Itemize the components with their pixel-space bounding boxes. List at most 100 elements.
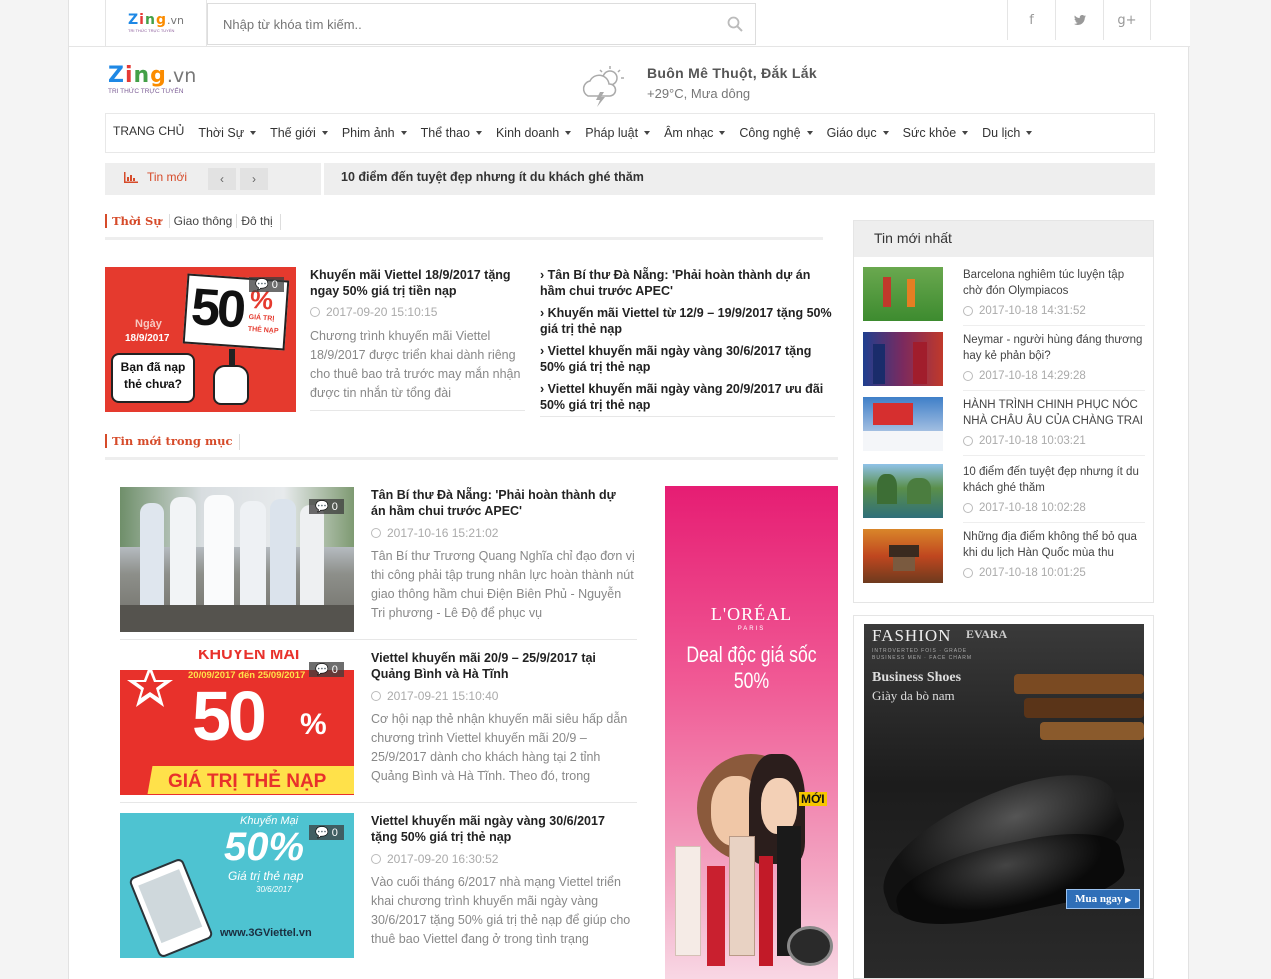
sidebar-news-item[interactable]: Neymar - người hùng đáng thương hay kẻ p… — [863, 332, 1145, 392]
nav-item-phim-anh[interactable]: Phim ảnh — [342, 126, 407, 140]
search-box[interactable] — [207, 3, 756, 45]
news-thumbnail — [863, 332, 943, 386]
nav-item-cong-nghe[interactable]: Công nghệ — [739, 126, 813, 140]
ticker-label: Tin mới — [124, 170, 187, 184]
sidebar-news-item[interactable]: Barcelona nghiêm túc luyện tập chờ đón O… — [863, 267, 1145, 327]
sidebar-news-item[interactable]: Những địa điểm không thể bỏ qua khi du l… — [863, 529, 1145, 589]
nav-item-du-lich[interactable]: Du lịch — [982, 126, 1033, 140]
article-image[interactable]: 💬 0 — [120, 487, 354, 632]
comment-icon: 💬 — [315, 501, 329, 513]
article-image[interactable]: KHUYẾN MÃI 20/09/2017 đến 25/09/2017 50 … — [120, 650, 354, 795]
tab-tin-moi-trong-muc[interactable]: Tin mới trong mục — [105, 434, 232, 448]
article-title[interactable]: Viettel khuyến mãi 20/9 – 25/9/2017 tại … — [371, 650, 631, 682]
ticker-headline[interactable]: 10 điểm đến tuyệt đẹp nhưng ít du khách … — [341, 170, 644, 184]
main-nav: TRANG CHỦ Thời Sự Thế giới Phim ảnh Thể … — [105, 113, 1155, 153]
clock-icon — [371, 854, 381, 864]
comment-count-badge: 💬 0 — [309, 499, 344, 514]
ticker-separator — [321, 163, 324, 195]
featured-divider — [310, 410, 525, 411]
related-link[interactable]: › Tân Bí thư Đà Nẵng: 'Phải hoàn thành d… — [540, 267, 836, 299]
comment-icon: 💬 — [255, 279, 269, 291]
featured-date: 2017-09-20 15:10:15 — [310, 305, 437, 319]
nav-item-suc-khoe[interactable]: Sức khỏe — [903, 126, 969, 140]
caret-down-icon — [321, 131, 328, 135]
bar-chart-icon — [124, 171, 138, 183]
clock-icon — [963, 568, 973, 578]
clock-icon — [310, 307, 320, 317]
article-title[interactable]: Tân Bí thư Đà Nẵng: 'Phải hoàn thành dự … — [371, 487, 631, 519]
top-logo[interactable]: Zing.vn TRI THỨC TRỰC TUYẾN — [105, 0, 207, 46]
nav-item-am-nhac[interactable]: Âm nhạc — [664, 126, 726, 140]
twitter-icon[interactable] — [1055, 0, 1103, 40]
clock-icon — [963, 503, 973, 513]
article-desc: Cơ hội nạp thẻ nhận khuyến mãi siêu hấp … — [371, 712, 628, 783]
tab-giao-thong[interactable]: Giao thông — [168, 214, 237, 228]
hand-shape — [213, 365, 249, 405]
news-thumbnail — [863, 464, 943, 518]
facebook-icon[interactable]: f — [1007, 0, 1055, 40]
ad-banner-shoes[interactable]: FASHION EVARA INTROVERTED FOIS · GRADE B… — [853, 615, 1154, 979]
section-tabs: Thời Sự Giao thông Đô thị — [105, 214, 823, 240]
article-date: 2017-10-16 15:21:02 — [371, 526, 498, 540]
weather-city: Buôn Mê Thuột, Đắk Lắk — [647, 65, 817, 81]
caret-down-icon — [475, 131, 482, 135]
page: Zing.vn TRI THỨC TRỰC TUYẾN f g+ Zing.vn… — [68, 0, 1190, 979]
main-logo[interactable]: Zing.vn TRI THỨC TRỰC TUYẾN — [108, 65, 196, 96]
tab-do-thi[interactable]: Đô thị — [236, 214, 276, 228]
related-link[interactable]: › Khuyến mãi Viettel từ 12/9 – 19/9/2017… — [540, 305, 836, 337]
nav-item-phap-luat[interactable]: Pháp luật — [585, 126, 651, 140]
weather-condition: +29°C, Mưa dông — [647, 86, 751, 101]
nav-home[interactable]: TRANG CHỦ — [113, 124, 184, 138]
caret-down-icon — [644, 131, 651, 135]
sidebar-title: Tin mới nhất — [854, 221, 1153, 257]
nav-item-the-gioi[interactable]: Thế giới — [270, 126, 328, 140]
caret-down-icon — [806, 131, 813, 135]
caret-down-icon — [400, 131, 407, 135]
caret-down-icon — [719, 131, 726, 135]
phone-illustration — [128, 857, 214, 958]
tab-divider — [279, 214, 281, 230]
related-link[interactable]: › Viettel khuyến mãi ngày vàng 30/6/2017… — [540, 343, 836, 375]
ticker-prev-button[interactable]: ‹ — [208, 168, 236, 190]
clock-icon — [371, 528, 381, 538]
top-bar: Zing.vn TRI THỨC TRỰC TUYẾN f g+ — [69, 0, 1190, 47]
sidebar-news-item[interactable]: 10 điểm đến tuyệt đẹp nhưng ít du khách … — [863, 464, 1145, 524]
buy-now-button[interactable]: Mua ngay ▸ — [1066, 889, 1140, 909]
tab-thoi-su[interactable]: Thời Sự — [105, 214, 162, 228]
ad-banner-loreal[interactable]: L'ORÉAL PARIS Deal độc giá sốc 50% MỚI — [665, 486, 838, 979]
article-image[interactable]: Khuyến Mại 50% Giá trị thẻ nạp 30/6/2017… — [120, 813, 354, 958]
article-desc: Vào cuối tháng 6/2017 nhà mạng Viettel t… — [371, 875, 631, 946]
related-link[interactable]: › Viettel khuyến mãi ngày vàng 20/9/2017… — [540, 381, 836, 413]
article-divider — [120, 639, 637, 640]
caret-down-icon — [882, 131, 889, 135]
section-tabs-2: Tin mới trong mục — [105, 434, 838, 460]
ticker-next-button[interactable]: › — [240, 168, 268, 190]
nav-item-kinh-doanh[interactable]: Kinh doanh — [496, 126, 572, 140]
nav-item-the-thao[interactable]: Thể thao — [421, 126, 482, 140]
related-divider — [540, 416, 835, 417]
star-icon — [127, 664, 173, 707]
nav-item-thoi-su[interactable]: Thời Sự — [198, 126, 257, 140]
news-ticker: Tin mới ‹ › 10 điểm đến tuyệt đẹp nhưng … — [105, 163, 1155, 195]
caret-down-icon — [962, 131, 969, 135]
news-thumbnail — [863, 267, 943, 321]
caret-down-icon — [565, 131, 572, 135]
clock-icon — [371, 691, 381, 701]
featured-title[interactable]: Khuyến mãi Viettel 18/9/2017 tặng ngay 5… — [310, 267, 520, 299]
google-plus-icon[interactable]: g+ — [1103, 0, 1151, 40]
article-title[interactable]: Viettel khuyến mãi ngày vàng 30/6/2017 t… — [371, 813, 631, 845]
comment-count-badge: 💬 0 — [309, 662, 344, 677]
search-icon[interactable] — [727, 16, 743, 37]
featured-image[interactable]: 50 % GIÁ TRỊ THẺ NẠP Ngày 18/9/2017 Bạn … — [105, 267, 296, 412]
article-desc: Tân Bí thư Trương Quang Nghĩa chỉ đạo đơ… — [371, 549, 635, 620]
nav-item-giao-duc[interactable]: Giáo dục — [827, 126, 889, 140]
caret-down-icon — [250, 131, 257, 135]
comment-icon: 💬 — [315, 664, 329, 676]
search-input[interactable] — [208, 4, 718, 44]
comment-count-badge: 💬 0 — [309, 825, 344, 840]
speech-bubble: Bạn đã nạp thẻ chưa? — [111, 353, 195, 403]
comment-icon: 💬 — [315, 827, 329, 839]
comment-count-badge: 💬 0 — [249, 277, 284, 292]
news-thumbnail — [863, 529, 943, 583]
sidebar-news-item[interactable]: HÀNH TRÌNH CHINH PHỤC NÓC NHÀ CHÂU ÂU CỦ… — [863, 397, 1145, 457]
